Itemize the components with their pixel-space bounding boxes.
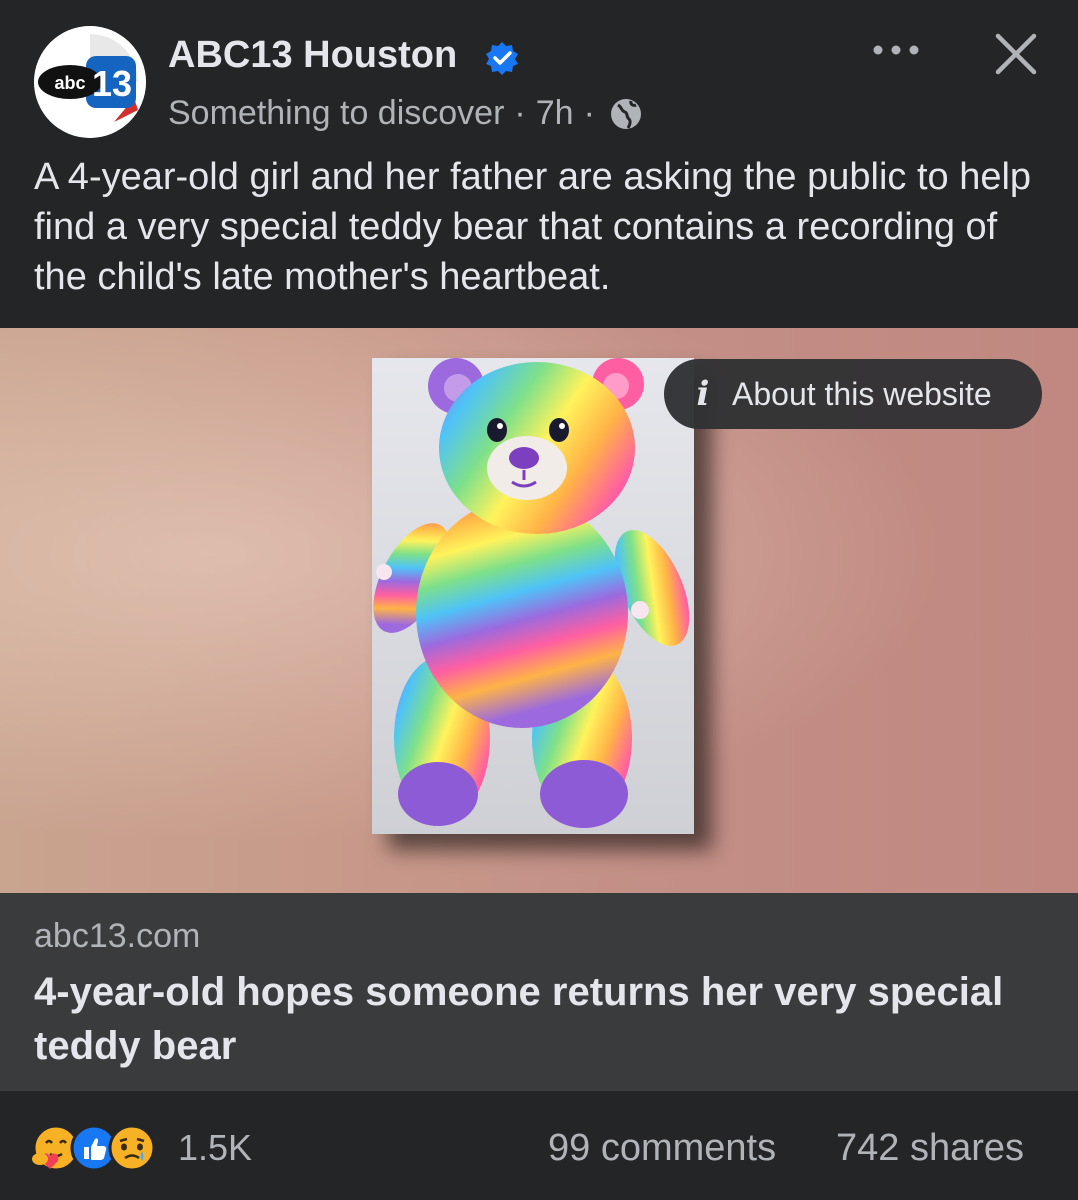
separator: · xyxy=(583,94,595,132)
link-domain: abc13.com xyxy=(34,917,201,955)
audience-label: Something to discover xyxy=(168,94,505,132)
post-footer: 1.5K 99 comments 742 shares xyxy=(0,1091,1078,1200)
teddy-bear-image xyxy=(372,358,694,834)
post-text: A 4-year-old girl and her father are ask… xyxy=(34,156,1032,298)
separator: · xyxy=(514,94,526,132)
close-icon[interactable] xyxy=(990,28,1042,80)
page-avatar[interactable]: abc 13 xyxy=(34,26,146,138)
link-title: 4-year-old hopes someone returns her ver… xyxy=(34,970,1004,1068)
info-icon: i xyxy=(696,374,710,414)
teddy-bear-photo xyxy=(372,358,694,834)
about-label: About this website xyxy=(732,375,992,412)
link-preview[interactable]: abc13.com 4-year-old hopes someone retur… xyxy=(0,893,1078,1091)
more-options-icon[interactable] xyxy=(870,32,922,68)
svg-text:abc: abc xyxy=(54,73,85,93)
timestamp[interactable]: 7h xyxy=(536,94,574,133)
shares-count[interactable]: 742 shares xyxy=(836,1127,1024,1170)
reaction-count[interactable]: 1.5K xyxy=(178,1127,252,1169)
page-name[interactable]: ABC13 Houston xyxy=(168,34,457,77)
svg-text:13: 13 xyxy=(92,63,132,104)
abc13-logo: abc 13 xyxy=(34,26,146,138)
verified-badge-icon xyxy=(486,42,518,75)
about-this-website-button[interactable]: i About this website xyxy=(664,359,1042,429)
reaction-icons[interactable] xyxy=(30,1123,170,1173)
post-meta: Something to discover · 7h · xyxy=(168,94,643,133)
comments-count[interactable]: 99 comments xyxy=(548,1127,776,1170)
globe-icon xyxy=(610,98,641,129)
sad-icon xyxy=(108,1124,156,1172)
post-header: abc 13 ABC13 Houston Something to discov… xyxy=(0,0,1078,328)
post-media[interactable]: i About this website xyxy=(0,328,1078,893)
